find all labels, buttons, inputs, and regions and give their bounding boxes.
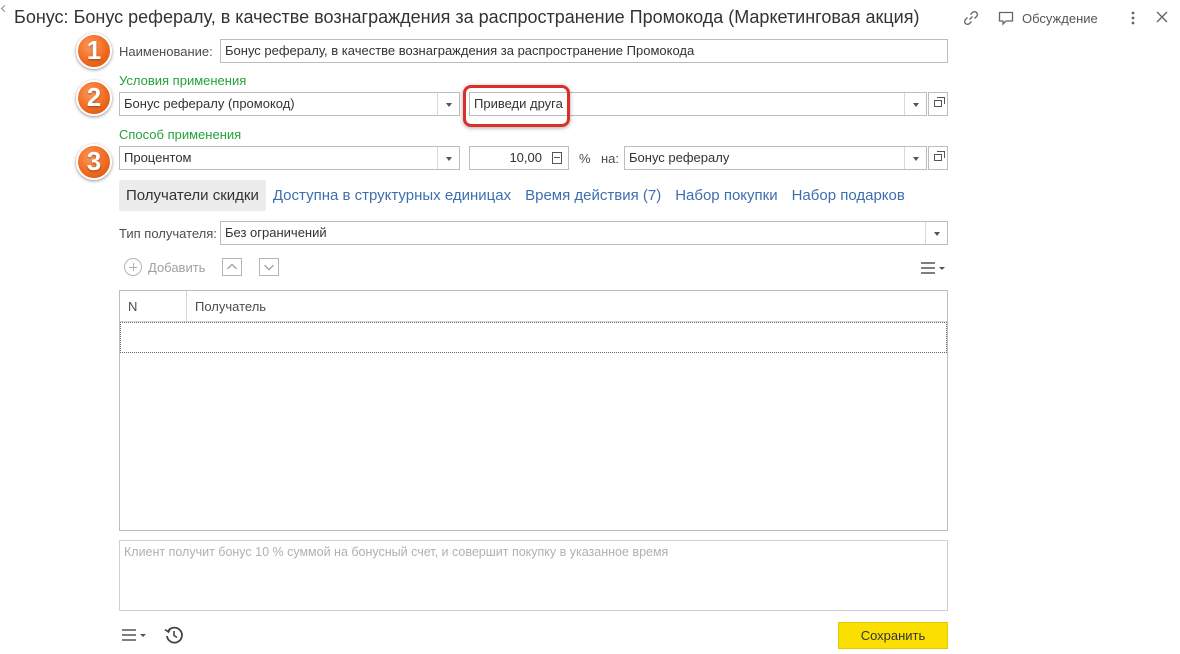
open-bonus-target-button[interactable]: [928, 146, 948, 170]
tab-recipients[interactable]: Получатели скидки: [119, 180, 266, 211]
recipients-table[interactable]: N Получатель: [119, 290, 948, 531]
column-divider: [186, 291, 187, 322]
form-menu-icon[interactable]: [121, 627, 149, 643]
chevron-down-icon: [264, 264, 274, 271]
close-icon[interactable]: [1156, 11, 1168, 23]
calculator-button[interactable]: [546, 147, 568, 169]
condition-type-select[interactable]: Бонус рефералу (промокод): [119, 92, 460, 116]
chevron-down-icon[interactable]: [904, 93, 926, 115]
recipient-type-select[interactable]: Без ограничений: [220, 221, 948, 245]
method-label: Способ применения: [119, 127, 242, 142]
tab-validity-time[interactable]: Время действия (7): [518, 180, 668, 211]
move-up-button[interactable]: [222, 258, 242, 276]
tab-purchase-set[interactable]: Набор покупки: [668, 180, 784, 211]
amount-value: 10,00: [509, 150, 542, 165]
name-label: Наименование:: [119, 44, 213, 59]
highlight-annotation: [463, 85, 570, 127]
more-vertical-icon[interactable]: [1126, 10, 1140, 26]
table-header: N Получатель: [120, 291, 947, 322]
title-bar: Бонус: Бонус рефералу, в качестве вознаг…: [0, 0, 1180, 36]
bonus-target-select[interactable]: Бонус рефералу: [624, 146, 927, 170]
step-badge-2: 2: [76, 80, 112, 116]
percent-sign: %: [579, 151, 591, 166]
add-label: Добавить: [148, 259, 206, 275]
method-value: Процентом: [124, 150, 192, 165]
method-select[interactable]: Процентом: [119, 146, 460, 170]
more-actions-menu-icon[interactable]: [920, 260, 946, 276]
recipient-type-label: Тип получателя:: [119, 226, 217, 241]
on-label: на:: [601, 151, 620, 166]
step-badge-1: 1: [76, 33, 112, 69]
chevron-up-icon: [227, 263, 237, 270]
chevron-down-icon[interactable]: [437, 93, 459, 115]
open-in-window-icon: [934, 97, 945, 107]
column-header-recipient[interactable]: Получатель: [195, 299, 266, 314]
tab-structural-units[interactable]: Доступна в структурных единицах: [266, 180, 518, 211]
column-header-n[interactable]: N: [128, 299, 137, 314]
move-down-button[interactable]: [259, 258, 279, 276]
discussion-label: Обсуждение: [1022, 10, 1098, 26]
open-condition-button[interactable]: [928, 92, 948, 116]
table-row[interactable]: [120, 322, 947, 353]
save-button[interactable]: Сохранить: [838, 622, 948, 649]
comment-textarea[interactable]: Клиент получит бонус 10 % суммой на бону…: [119, 540, 948, 611]
conditions-label: Условия применения: [119, 73, 247, 88]
calculator-icon: [552, 152, 562, 164]
tab-gift-set[interactable]: Набор подарков: [785, 180, 912, 211]
tab-bar: Получатели скидки Доступна в структурных…: [119, 180, 912, 211]
window-title: Бонус: Бонус рефералу, в качестве вознаг…: [14, 7, 920, 27]
recipient-type-value: Без ограничений: [225, 225, 327, 240]
amount-input[interactable]: 10,00: [469, 146, 569, 170]
history-icon[interactable]: [164, 625, 184, 645]
open-in-window-icon: [934, 151, 945, 161]
chevron-down-icon[interactable]: [904, 147, 926, 169]
chat-bubble-icon: [998, 11, 1014, 26]
bonus-target-value: Бонус рефералу: [629, 150, 730, 165]
add-button[interactable]: Добавить: [124, 258, 205, 276]
name-input[interactable]: Бонус рефералу, в качестве вознаграждени…: [220, 39, 948, 63]
condition-type-value: Бонус рефералу (промокод): [124, 96, 295, 111]
discussion-button[interactable]: Обсуждение: [998, 9, 1098, 27]
link-icon[interactable]: [962, 9, 980, 27]
plus-icon: [124, 258, 142, 276]
chevron-down-icon[interactable]: [925, 222, 947, 244]
step-badge-3: 3: [76, 144, 112, 180]
collapse-arrow-icon[interactable]: [0, 4, 9, 13]
chevron-down-icon[interactable]: [437, 147, 459, 169]
